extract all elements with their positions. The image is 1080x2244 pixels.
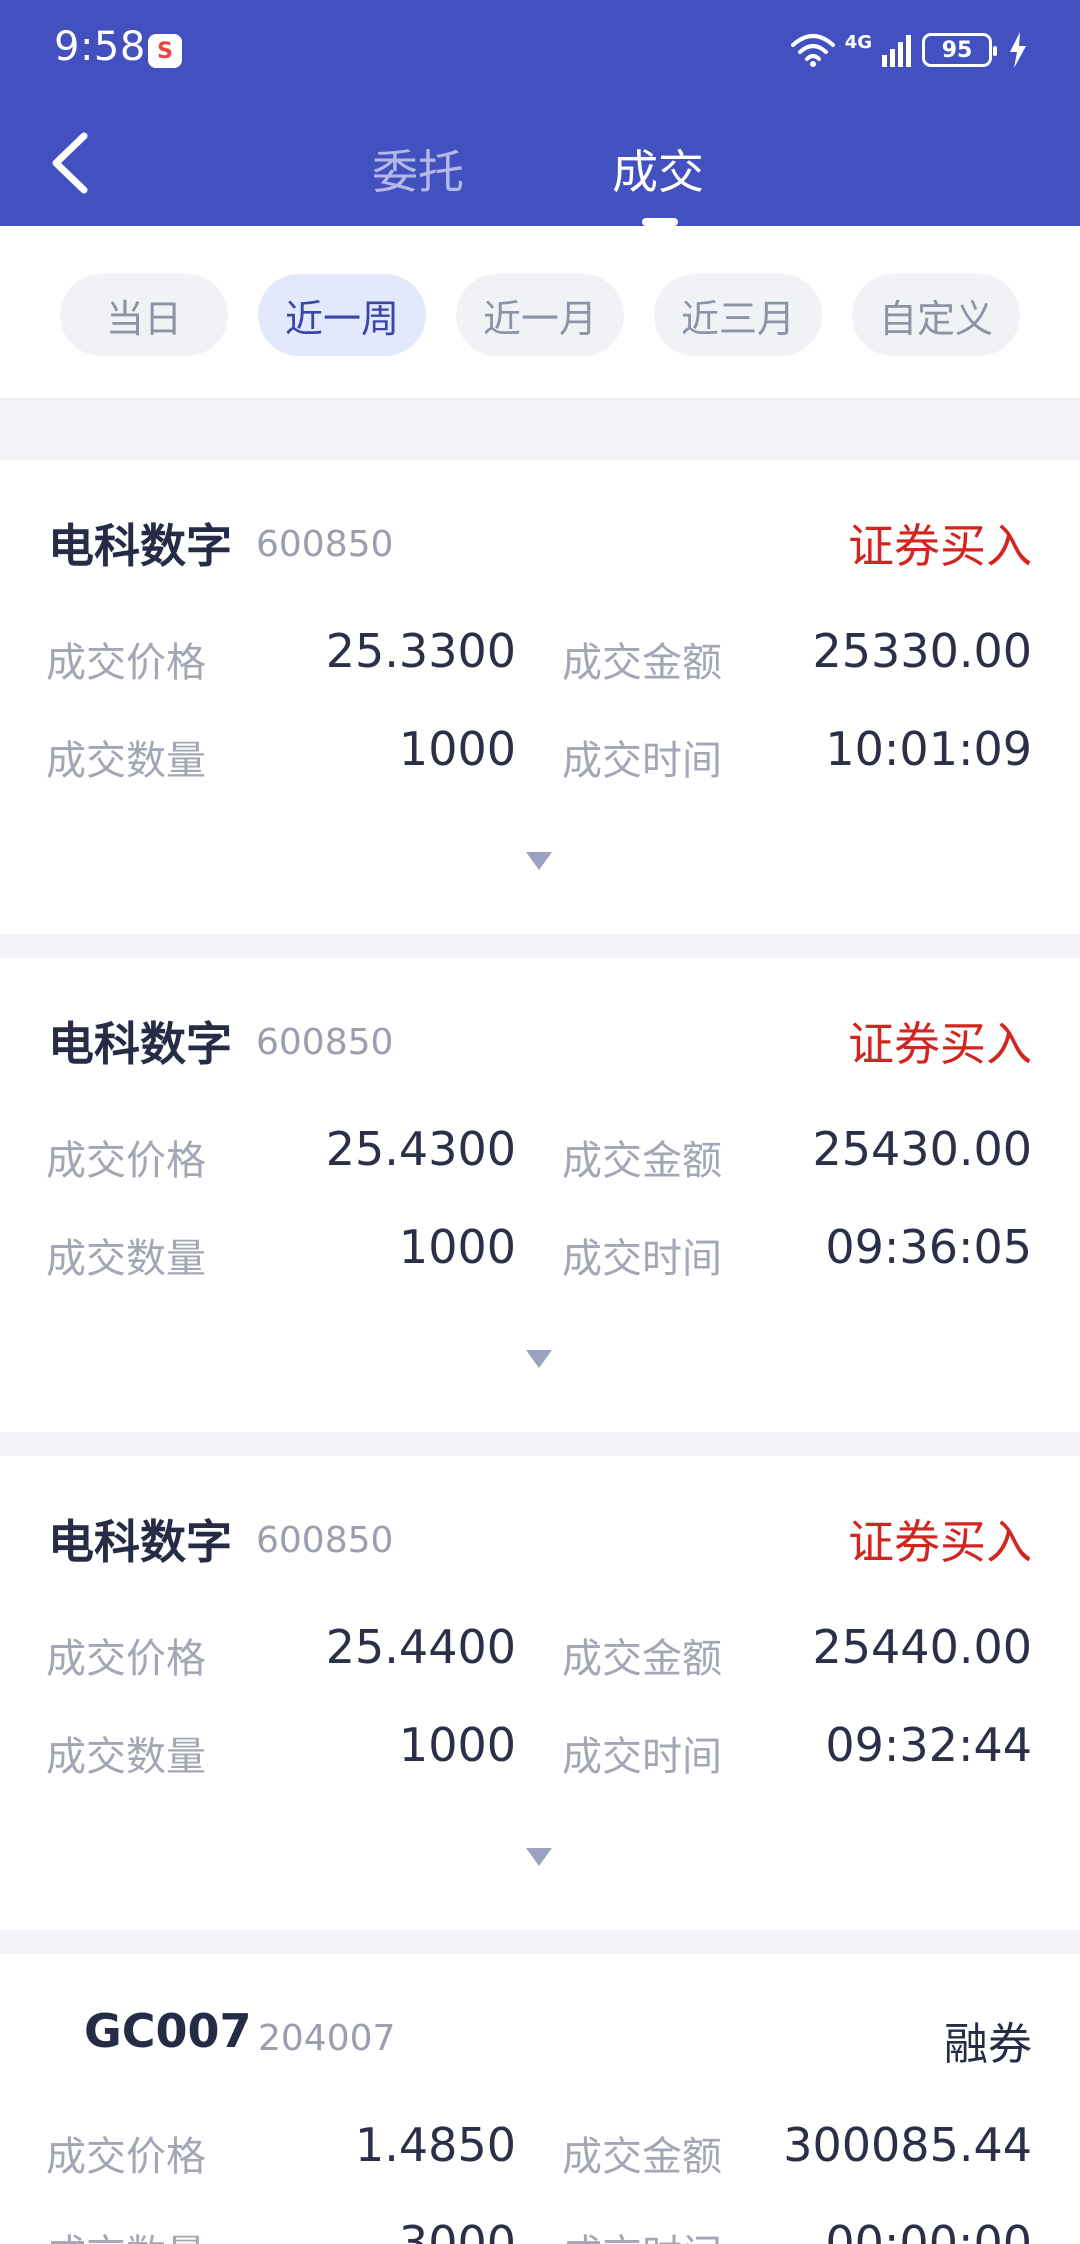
- stock-code: 600850: [256, 1022, 394, 1063]
- price-value: 1.4850: [355, 2118, 516, 2172]
- amount-label: 成交金额: [562, 640, 722, 686]
- time-value: 09:36:05: [825, 1220, 1032, 1274]
- battery-level: 95: [941, 37, 973, 63]
- status-time: 9:58: [54, 24, 146, 70]
- trade-side: 证券买入: [848, 1515, 1032, 1569]
- app-notification-icon: S: [148, 34, 182, 68]
- time-label: 成交时间: [562, 1734, 722, 1780]
- trade-card[interactable]: GC007 204007 融券 成交价格 1.4850 成交金额 300085.…: [0, 1954, 1080, 2244]
- quantity-value: 1000: [398, 1220, 516, 1274]
- amount-label: 成交金额: [562, 1636, 722, 1682]
- trade-side: 证券买入: [848, 1017, 1032, 1071]
- trade-side: 证券买入: [848, 519, 1032, 573]
- stock-name: 电科数字: [48, 519, 232, 573]
- amount-label: 成交金额: [562, 1138, 722, 1184]
- quantity-label: 成交数量: [46, 1734, 206, 1780]
- app-header: 9:58 S 4G 95 委托 成交: [0, 0, 1080, 226]
- filter-week[interactable]: 近一周: [258, 274, 426, 356]
- expand-arrow-icon[interactable]: [526, 1350, 552, 1368]
- nav-bar: 委托 成交: [0, 100, 1080, 226]
- filter-three-months[interactable]: 近三月: [654, 274, 822, 356]
- trade-card[interactable]: 电科数字 600850 证券买入 成交价格 25.3300 成交金额 25330…: [0, 460, 1080, 934]
- price-label: 成交价格: [46, 2134, 206, 2180]
- status-icons: 4G 95: [790, 30, 1028, 70]
- quantity-label: 成交数量: [46, 738, 206, 784]
- filter-custom[interactable]: 自定义: [852, 274, 1020, 356]
- trade-card[interactable]: 电科数字 600850 证券买入 成交价格 25.4400 成交金额 25440…: [0, 1456, 1080, 1930]
- quantity-label: 成交数量: [46, 1236, 206, 1282]
- stock-name: GC007: [84, 2004, 252, 2058]
- price-value: 25.4300: [325, 1122, 516, 1176]
- price-label: 成交价格: [46, 1138, 206, 1184]
- price-label: 成交价格: [46, 1636, 206, 1682]
- quantity-label: 成交数量: [46, 2222, 206, 2244]
- tab-deal[interactable]: 成交: [612, 136, 704, 202]
- stock-name: 电科数字: [48, 1017, 232, 1071]
- active-tab-indicator: [642, 218, 678, 226]
- price-value: 25.3300: [325, 624, 516, 678]
- time-value: 10:01:09: [825, 722, 1032, 776]
- status-bar: 9:58 S 4G 95: [0, 0, 1080, 100]
- filter-today[interactable]: 当日: [60, 274, 228, 356]
- amount-value: 25440.00: [812, 1620, 1033, 1674]
- stock-code: 600850: [256, 524, 394, 565]
- stock-code: 204007: [258, 2018, 396, 2059]
- signal-icon: [882, 35, 911, 67]
- expand-arrow-icon[interactable]: [526, 852, 552, 870]
- amount-value: 25430.00: [812, 1122, 1033, 1176]
- time-label: 成交时间: [562, 738, 722, 784]
- network-label: 4G: [844, 32, 872, 53]
- stock-name: 电科数字: [48, 1515, 232, 1569]
- wifi-icon: [790, 34, 835, 67]
- time-label: 成交时间: [562, 2222, 722, 2244]
- back-arrow-icon[interactable]: [42, 128, 102, 198]
- quantity-value: 1000: [398, 722, 516, 776]
- trade-side: 融券: [944, 2019, 1032, 2070]
- price-value: 25.4400: [325, 1620, 516, 1674]
- stock-code: 600850: [256, 1520, 394, 1561]
- tab-entrust[interactable]: 委托: [372, 136, 464, 202]
- date-filter-bar: 当日 近一周 近一月 近三月 自定义: [0, 226, 1080, 400]
- trade-card[interactable]: 电科数字 600850 证券买入 成交价格 25.4300 成交金额 25430…: [0, 958, 1080, 1432]
- filter-month[interactable]: 近一月: [456, 274, 624, 356]
- time-value: 09:32:44: [825, 1718, 1032, 1772]
- amount-label: 成交金额: [562, 2134, 722, 2180]
- charging-icon: [1010, 32, 1026, 68]
- price-label: 成交价格: [46, 640, 206, 686]
- quantity-value: 1000: [398, 1718, 516, 1772]
- quantity-value: 3000: [398, 2216, 516, 2244]
- expand-arrow-icon[interactable]: [526, 1848, 552, 1866]
- time-value: 00:00:00: [825, 2216, 1032, 2244]
- amount-value: 25330.00: [812, 624, 1033, 678]
- amount-value: 300085.44: [783, 2118, 1032, 2172]
- time-label: 成交时间: [562, 1236, 722, 1282]
- battery-icon: 95: [922, 33, 997, 67]
